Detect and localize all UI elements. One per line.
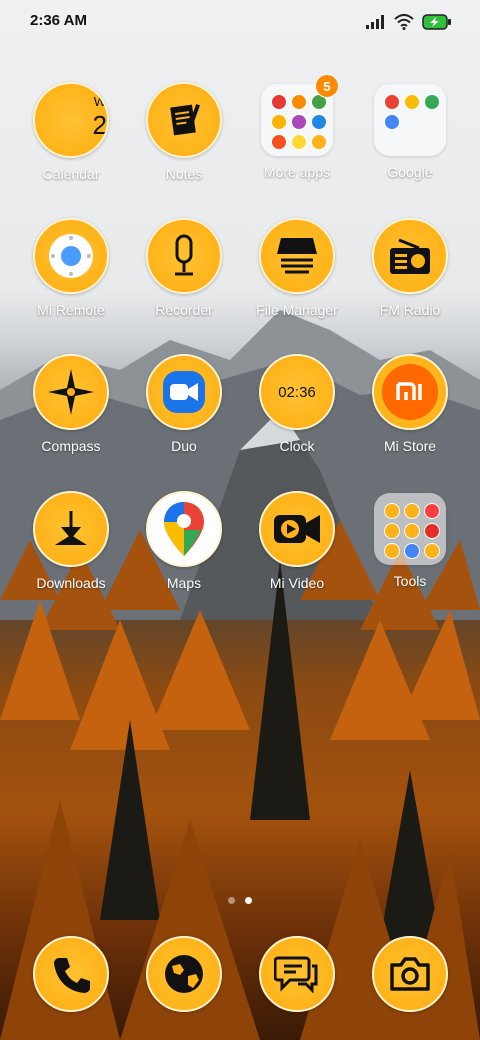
app-label-compass: Compass	[41, 438, 101, 454]
app-fm-radio[interactable]: FM Radio	[354, 218, 466, 318]
camera-icon	[372, 936, 448, 1012]
app-label-tools: Tools	[393, 573, 427, 589]
app-compass[interactable]: Compass	[15, 354, 127, 454]
folder-tools[interactable]: Tools	[354, 491, 466, 589]
folder-more-apps[interactable]: 5 More apps	[241, 74, 353, 180]
calendar-weekday: Wed	[93, 94, 107, 109]
browser-icon	[146, 936, 222, 1012]
app-label-notes: Notes	[165, 166, 203, 182]
file-manager-icon	[259, 218, 335, 294]
notification-badge: 5	[315, 74, 339, 98]
page-dot-active[interactable]	[245, 897, 252, 904]
dock-camera[interactable]	[354, 936, 466, 1012]
microphone-icon	[146, 218, 222, 294]
app-file-manager[interactable]: File Manager	[241, 218, 353, 318]
mi-store-icon	[372, 354, 448, 430]
clock-icon: 02:36	[259, 354, 335, 430]
radio-icon	[372, 218, 448, 294]
notes-icon	[146, 82, 222, 158]
phone-icon	[33, 936, 109, 1012]
dock-browser[interactable]	[128, 936, 240, 1012]
app-label-duo: Duo	[171, 438, 197, 454]
app-label-mi-store: Mi Store	[383, 438, 437, 454]
status-time: 2:36 AM	[30, 12, 87, 29]
app-clock[interactable]: 02:36 Clock	[241, 354, 353, 454]
download-icon	[33, 491, 109, 567]
app-mi-video[interactable]: Mi Video	[241, 491, 353, 591]
app-maps[interactable]: Maps	[128, 491, 240, 591]
messages-icon	[259, 936, 335, 1012]
app-label-fm-radio: FM Radio	[379, 302, 441, 318]
app-label-mi-remote: Mi Remote	[37, 302, 105, 318]
app-label-recorder: Recorder	[155, 302, 213, 318]
folder-google[interactable]: Google	[354, 82, 466, 180]
mi-remote-icon	[33, 218, 109, 294]
app-label-downloads: Downloads	[36, 575, 106, 591]
app-recorder[interactable]: Recorder	[128, 218, 240, 318]
dock-messages[interactable]	[241, 936, 353, 1012]
app-downloads[interactable]: Downloads	[15, 491, 127, 591]
duo-icon	[146, 354, 222, 430]
calendar-date: 29	[92, 110, 107, 140]
battery-charging-icon	[422, 14, 451, 30]
app-label-google: Google	[387, 164, 433, 180]
calendar-icon: Wed 29	[33, 82, 109, 158]
app-label-file-manager: File Manager	[256, 302, 338, 318]
page-dot[interactable]	[228, 897, 235, 904]
folder-icon	[374, 493, 446, 565]
page-indicator[interactable]	[0, 897, 480, 904]
app-label-mi-video: Mi Video	[269, 575, 325, 591]
folder-icon	[374, 84, 446, 156]
folder-icon: 5	[261, 74, 339, 156]
app-calendar[interactable]: Wed 29 Calendar	[15, 82, 127, 182]
app-label-more-apps: More apps	[263, 164, 331, 180]
clock-time: 02:36	[278, 383, 316, 401]
signal-icon	[366, 15, 384, 29]
app-label-calendar: Calendar	[42, 166, 100, 182]
app-mi-store[interactable]: Mi Store	[354, 354, 466, 454]
wifi-icon	[394, 14, 414, 30]
app-duo[interactable]: Duo	[128, 354, 240, 454]
dock-phone[interactable]	[15, 936, 127, 1012]
app-label-maps: Maps	[166, 575, 202, 591]
compass-icon	[33, 354, 109, 430]
app-notes[interactable]: Notes	[128, 82, 240, 182]
status-bar: 2:36 AM	[0, 0, 480, 44]
video-icon	[259, 491, 335, 567]
app-mi-remote[interactable]: Mi Remote	[15, 218, 127, 318]
app-label-clock: Clock	[279, 438, 315, 454]
maps-icon	[146, 491, 222, 567]
